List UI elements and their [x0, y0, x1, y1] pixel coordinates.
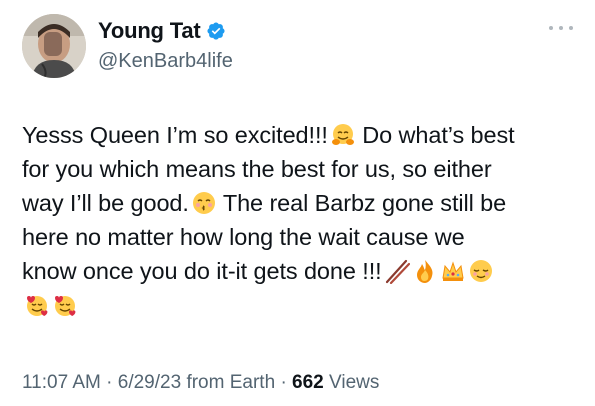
meta-separator: ·: [280, 372, 287, 393]
more-dot: [569, 26, 573, 30]
tweet-line: here no matter how long the wait cause w…: [22, 220, 582, 254]
crown-emoji-icon: [440, 258, 466, 284]
tweet-line: know once you do it-it gets done !!!: [22, 254, 582, 288]
author-header: Young Tat @KenBarb4life: [98, 18, 233, 73]
avatar[interactable]: [22, 14, 86, 78]
more-dot: [559, 26, 563, 30]
relieved-face-emoji-icon: [468, 258, 494, 284]
tweet-source: from Earth: [186, 372, 276, 393]
tweet-line: [22, 288, 582, 322]
tweet-time[interactable]: 11:07 AM: [22, 372, 101, 393]
tweet-text-segment: here no matter how long the wait cause w…: [22, 224, 465, 250]
verified-badge-icon[interactable]: [206, 21, 226, 41]
views-count[interactable]: 662: [292, 372, 324, 393]
tweet-text-segment: The real Barbz gone still be: [216, 190, 507, 216]
tweet-line: way I’ll be good. The real Barbz gone st…: [22, 186, 582, 220]
tweet-line: Yesss Queen I’m so excited!!! Do what’s …: [22, 118, 582, 152]
tweet-date[interactable]: 6/29/23: [118, 372, 181, 393]
tweet-text-segment: way I’ll be good.: [22, 190, 189, 216]
tweet-text: Yesss Queen I’m so excited!!! Do what’s …: [22, 118, 582, 322]
more-options-icon[interactable]: [549, 26, 573, 34]
meta-separator: ·: [106, 372, 113, 393]
tweet-text-segment: for you which means the best for us, so …: [22, 156, 492, 182]
avatar-photo: [22, 14, 86, 78]
tweet-text-segment: know once you do it-it gets done !!!: [22, 258, 382, 284]
chopsticks-emoji-icon: [384, 258, 410, 285]
more-dot: [549, 26, 553, 30]
smiling-face-with-hearts-emoji-icon: [24, 292, 50, 318]
views-label: Views: [329, 372, 380, 393]
tweet-text-segment: Yesss Queen I’m so excited!!!: [22, 122, 328, 148]
tweet-text-segment: Do what’s best: [355, 122, 515, 148]
tweet-line: for you which means the best for us, so …: [22, 152, 582, 186]
smiling-face-with-hearts-emoji-icon: [52, 292, 78, 318]
fire-emoji-icon: [412, 258, 438, 284]
tweet-meta: 11:07 AM · 6/29/23 from Earth · 662 View…: [22, 372, 379, 394]
handle[interactable]: @KenBarb4life: [98, 50, 233, 73]
kissing-face-emoji-icon: [191, 190, 217, 216]
hugging-face-emoji-icon: [330, 122, 356, 148]
display-name[interactable]: Young Tat: [98, 18, 201, 44]
